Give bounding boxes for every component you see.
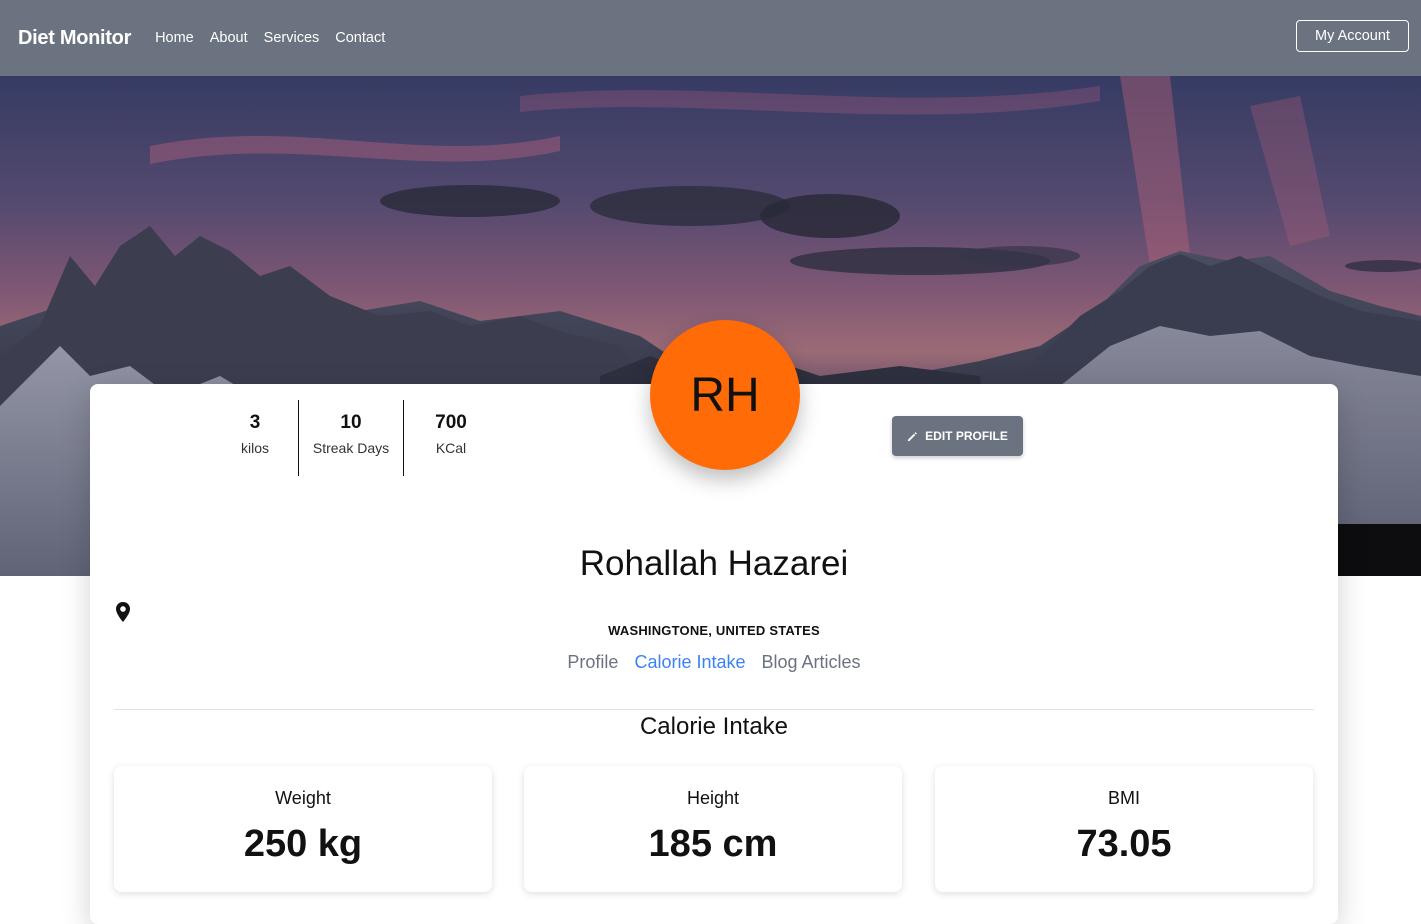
stat-streak-days: 10 Streak Days [298,400,403,476]
my-account-button[interactable]: My Account [1296,20,1409,52]
stat-kcal: 700 KCal [403,400,498,476]
metric-card-height: Height 185 cm [524,766,902,892]
stat-value: 10 [340,412,362,433]
top-navbar: Diet Monitor Home About Services Contact… [0,0,1421,76]
tab-blog-articles[interactable]: Blog Articles [762,652,861,673]
stat-value: 3 [249,412,261,433]
metric-card-bmi: BMI 73.05 [935,766,1313,892]
profile-tabs: Profile Calorie Intake Blog Articles [90,652,1338,673]
profile-card: 3 kilos 10 Streak Days 700 KCal RH EDIT … [90,320,1338,924]
tab-profile[interactable]: Profile [567,652,618,673]
metric-label: BMI [1107,788,1140,808]
metric-value: 73.05 [1076,823,1172,865]
metric-value: 185 cm [648,823,778,865]
profile-name: Rohallah Hazarei [579,544,849,583]
stat-label: KCal [435,440,467,456]
profile-stats: 3 kilos 10 Streak Days 700 KCal [212,400,498,476]
edit-profile-label: EDIT PROFILE [925,429,1008,443]
nav-link-services[interactable]: Services [264,30,320,46]
section-divider [114,709,1314,710]
section-title: Calorie Intake [639,713,789,740]
edit-profile-button[interactable]: EDIT PROFILE [892,416,1023,456]
nav-links: Home About Services Contact [155,30,385,46]
metric-card-weight: Weight 250 kg [114,766,492,892]
tab-calorie-intake[interactable]: Calorie Intake [634,652,745,673]
stat-value: 700 [435,412,467,433]
profile-location: WASHINGTONE, UNITED STATES [608,623,820,638]
metric-value: 250 kg [243,823,363,865]
nav-link-home[interactable]: Home [155,30,194,46]
metric-label: Weight [275,788,331,808]
stat-kilos: 3 kilos [212,400,298,476]
nav-link-about[interactable]: About [210,30,248,46]
pencil-icon [907,431,918,442]
nav-link-contact[interactable]: Contact [335,30,385,46]
avatar[interactable]: RH [650,320,800,470]
stat-label: kilos [240,440,269,456]
metric-label: Height [686,788,740,808]
brand-logo[interactable]: Diet Monitor [18,27,131,50]
stat-label: Streak Days [312,440,390,456]
